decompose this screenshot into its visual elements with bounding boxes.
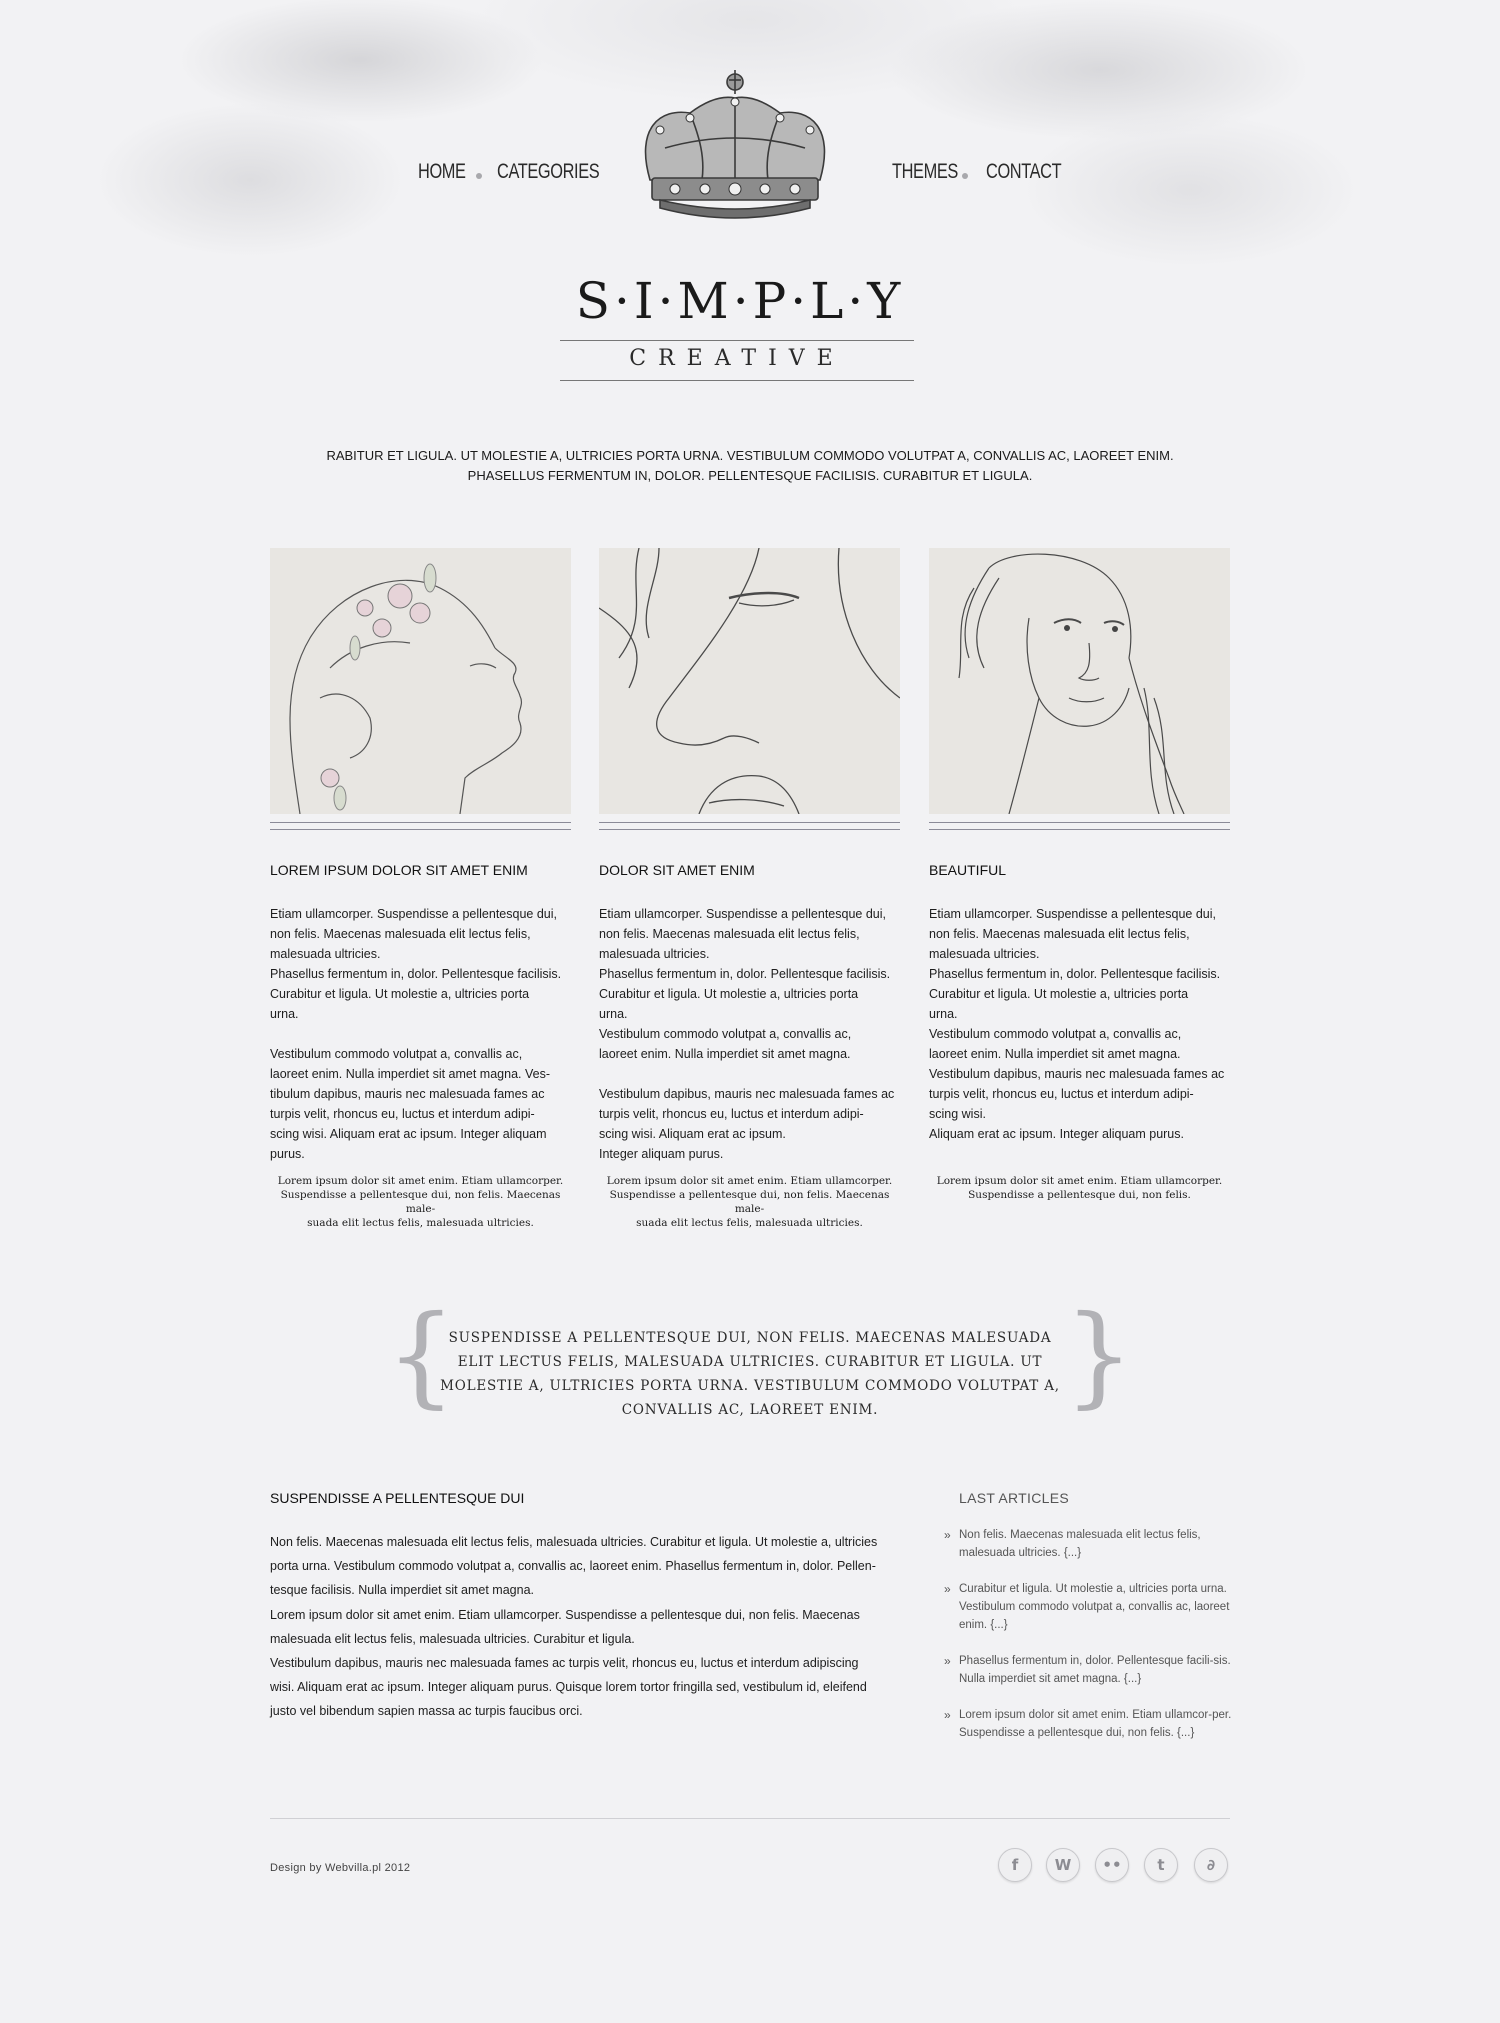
footer-credit: Design by Webvilla.pl 2012 xyxy=(270,1862,411,1874)
portrait-thumbnail[interactable] xyxy=(270,548,571,814)
column-heading: LOREM IPSUM DOLOR SIT AMET ENIM xyxy=(270,862,528,878)
article-link-text: Lorem ipsum dolor sit amet enim. Etiam u… xyxy=(959,1709,1232,1739)
double-chevron-right-icon: » xyxy=(944,1528,951,1542)
logo-title: S·I·M·P·L·Y xyxy=(575,272,905,330)
portrait-woman-face-image xyxy=(958,553,1185,814)
flickr-icon[interactable]: •• xyxy=(1095,1848,1129,1882)
column-note: Lorem ipsum dolor sit amet enim. Etiam u… xyxy=(936,1175,1223,1201)
feature-column: BEAUTIFUL Etiam ullamcorper. Suspendisse… xyxy=(929,548,1230,1202)
logo-subtitle: CREATIVE xyxy=(629,346,845,371)
article-link[interactable]: » Lorem ipsum dolor sit amet enim. Etiam… xyxy=(944,1706,1234,1742)
column-heading: BEAUTIFUL xyxy=(929,862,1007,878)
main-body: Non felis. Maecenas malesuada elit lectu… xyxy=(270,1535,878,1719)
thumbnail-divider xyxy=(599,822,900,830)
feature-column: LOREM IPSUM DOLOR SIT AMET ENIM Etiam ul… xyxy=(270,548,571,1230)
last-articles-list: » Non felis. Maecenas malesuada elit lec… xyxy=(944,1526,1234,1760)
intro-line: RABITUR ET LIGULA. UT MOLESTIE A, ULTRIC… xyxy=(326,448,1174,463)
pull-quote: Suspendisse a pellentesque dui, non feli… xyxy=(440,1330,1060,1418)
facebook-icon[interactable]: f xyxy=(998,1848,1032,1882)
article-link[interactable]: » Curabitur et ligula. Ut molestie a, ul… xyxy=(944,1580,1234,1634)
portrait-thumbnail[interactable] xyxy=(599,548,900,814)
wordpress-icon[interactable]: W xyxy=(1046,1848,1080,1882)
logo-divider xyxy=(560,380,914,381)
crown-logo-icon[interactable] xyxy=(630,68,840,228)
footer-divider xyxy=(270,1818,1230,1819)
article-link[interactable]: » Non felis. Maecenas malesuada elit lec… xyxy=(944,1526,1234,1562)
sidebar-heading: LAST ARTICLES xyxy=(959,1490,1069,1506)
article-link-text: Phasellus fermentum in, dolor. Pellentes… xyxy=(959,1655,1231,1685)
column-body: Etiam ullamcorper. Suspendisse a pellent… xyxy=(599,907,895,1161)
nav-separator xyxy=(476,173,482,179)
column-heading: DOLOR SIT AMET ENIM xyxy=(599,862,755,878)
nav-separator xyxy=(962,173,968,179)
article-link-text: Curabitur et ligula. Ut molestie a, ultr… xyxy=(959,1583,1230,1631)
intro-text: RABITUR ET LIGULA. UT MOLESTIE A, ULTRIC… xyxy=(300,446,1200,486)
feature-column: DOLOR SIT AMET ENIM Etiam ullamcorper. S… xyxy=(599,548,900,1230)
portrait-thumbnail[interactable] xyxy=(929,548,1230,814)
article-link-text: Non felis. Maecenas malesuada elit lectu… xyxy=(959,1529,1201,1559)
column-body: Etiam ullamcorper. Suspendisse a pellent… xyxy=(270,907,562,1161)
double-chevron-right-icon: » xyxy=(944,1708,951,1722)
thumbnail-divider xyxy=(270,822,571,830)
double-chevron-right-icon: » xyxy=(944,1582,951,1596)
double-chevron-right-icon: » xyxy=(944,1654,951,1668)
column-note: Lorem ipsum dolor sit amet enim. Etiam u… xyxy=(277,1175,564,1229)
column-body: Etiam ullamcorper. Suspendisse a pellent… xyxy=(929,907,1225,1141)
nav-categories[interactable]: CATEGORIES xyxy=(497,160,600,184)
portrait-profile-flowers-image xyxy=(289,563,523,814)
quote-close-brace-icon: } xyxy=(1064,1291,1134,1419)
twitter-icon[interactable]: t xyxy=(1144,1848,1178,1882)
logo-divider xyxy=(560,340,914,341)
main-heading: SUSPENDISSE A PELLENTESQUE DUI xyxy=(270,1490,525,1506)
nav-contact[interactable]: CONTACT xyxy=(986,160,1062,184)
nav-themes[interactable]: THEMES xyxy=(892,160,958,184)
portrait-nose-closeup-image xyxy=(599,548,900,814)
article-link[interactable]: » Phasellus fermentum in, dolor. Pellent… xyxy=(944,1652,1234,1688)
column-note: Lorem ipsum dolor sit amet enim. Etiam u… xyxy=(606,1175,893,1229)
deviantart-icon[interactable]: ∂ xyxy=(1194,1848,1228,1882)
nav-home[interactable]: HOME xyxy=(418,160,466,184)
thumbnail-divider xyxy=(929,822,1230,830)
intro-line: PHASELLUS FERMENTUM IN, DOLOR. PELLENTES… xyxy=(467,468,1033,483)
